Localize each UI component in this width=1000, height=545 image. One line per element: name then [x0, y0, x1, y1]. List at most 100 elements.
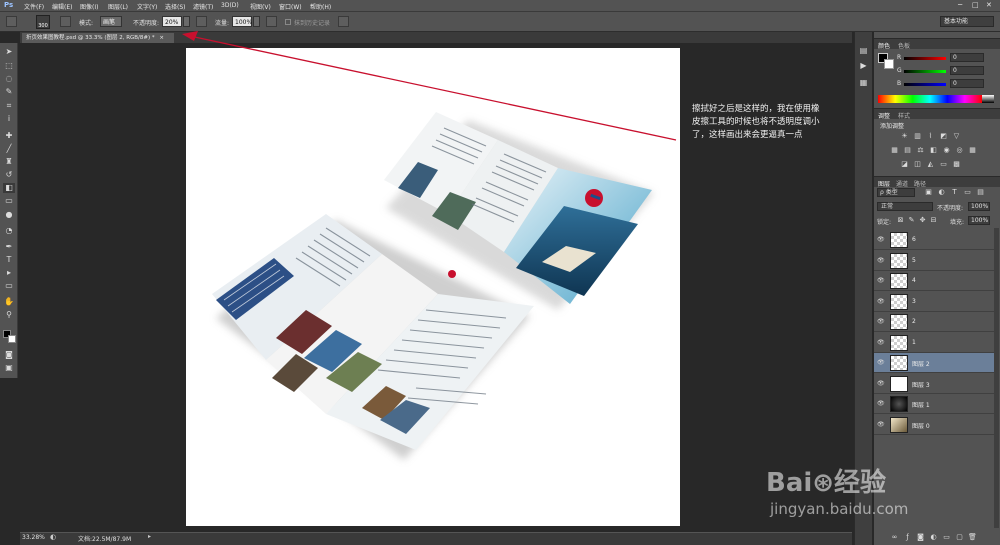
layers-scrollbar[interactable]	[994, 228, 999, 528]
layer-name[interactable]: 2	[912, 318, 916, 325]
visibility-eye-icon[interactable]: 👁	[877, 359, 886, 367]
info-panel-icon[interactable]: ▦	[858, 78, 869, 88]
layer-name[interactable]: 1	[912, 339, 916, 346]
filter-type-icon[interactable]: T	[950, 188, 959, 196]
photo-filter-icon[interactable]: ◉	[942, 146, 951, 154]
visibility-eye-icon[interactable]: 👁	[877, 339, 886, 347]
balance-icon[interactable]: ⚖	[916, 146, 925, 154]
layer-row[interactable]: 👁 图层 0	[874, 414, 994, 435]
layer-name[interactable]: 4	[912, 277, 916, 284]
fx-icon[interactable]: ƒ	[903, 533, 912, 541]
lock-move-icon[interactable]: ✥	[918, 216, 927, 224]
new-layer-icon[interactable]: ▢	[955, 533, 964, 541]
tab-styles[interactable]: 样式	[898, 111, 910, 120]
triangle-icon[interactable]: ▽	[952, 132, 961, 140]
mixer-icon[interactable]: ◎	[955, 146, 964, 154]
visibility-eye-icon[interactable]: 👁	[877, 277, 886, 285]
status-info-icon[interactable]: ◐	[50, 533, 56, 541]
filter-pixel-icon[interactable]: ▣	[924, 188, 933, 196]
actions-panel-icon[interactable]: ▶	[858, 61, 869, 71]
layer-name[interactable]: 图层 2	[912, 359, 930, 368]
lock-paint-icon[interactable]: ✎	[907, 216, 916, 224]
tab-channels[interactable]: 通道	[896, 179, 908, 188]
new-adjustment-icon[interactable]: ◐	[929, 533, 938, 541]
g-label: G	[897, 67, 902, 74]
color-spectrum[interactable]	[878, 95, 982, 103]
layer-row[interactable]: 👁 6	[874, 230, 994, 250]
layer-row[interactable]: 👁 4	[874, 271, 994, 291]
layer-row[interactable]: 👁 5	[874, 250, 994, 271]
delete-layer-icon[interactable]: 🗑	[968, 533, 977, 541]
layer-name[interactable]: 图层 1	[912, 400, 930, 409]
layer-row[interactable]: 👁 图层 2	[874, 353, 994, 373]
layer-thumbnail	[890, 375, 908, 392]
lock-pixels-icon[interactable]: ⊠	[896, 216, 905, 224]
lock-all-icon[interactable]: ⊟	[929, 216, 938, 224]
levels-icon[interactable]: ▥	[913, 132, 922, 140]
layers-panel-tabs: 图层 通道 路径	[874, 176, 1000, 188]
g-value[interactable]: 0	[950, 66, 984, 75]
visibility-eye-icon[interactable]: 👁	[877, 421, 886, 429]
status-arrow-icon[interactable]: ▸	[148, 533, 151, 540]
r-value[interactable]: 0	[950, 53, 984, 62]
visibility-eye-icon[interactable]: 👁	[877, 318, 886, 326]
layer-row[interactable]: 👁 2	[874, 312, 994, 332]
layer-name[interactable]: 图层 0	[912, 421, 930, 430]
layer-name[interactable]: 3	[912, 298, 916, 305]
layer-opacity-input[interactable]: 100%	[968, 202, 990, 211]
brightness-icon[interactable]: ☀	[900, 132, 909, 140]
r-slider[interactable]	[904, 57, 946, 60]
layer-name[interactable]: 6	[912, 236, 916, 243]
b-value[interactable]: 0	[950, 79, 984, 88]
bg-color-box[interactable]	[884, 59, 894, 69]
tab-swatches[interactable]: 色板	[898, 41, 910, 50]
tab-paths[interactable]: 路径	[914, 179, 926, 188]
layer-filter-select[interactable]: ρ 类型	[877, 188, 915, 197]
selective-color-icon[interactable]: ▩	[952, 160, 961, 168]
hue-icon[interactable]: ▤	[903, 146, 912, 154]
vibrance-icon[interactable]: ▦	[890, 146, 899, 154]
status-bar	[20, 532, 852, 545]
watermark-url: jingyan.baidu.com	[770, 500, 909, 518]
layer-row[interactable]: 👁 3	[874, 291, 994, 312]
layer-row[interactable]: 👁 图层 1	[874, 394, 994, 414]
lookup-icon[interactable]: ▦	[968, 146, 977, 154]
zoom-level[interactable]: 33.28%	[22, 534, 45, 541]
link-layers-icon[interactable]: ∞	[890, 533, 899, 541]
invert-icon[interactable]: ◪	[900, 160, 909, 168]
visibility-eye-icon[interactable]: 👁	[877, 298, 886, 306]
visibility-eye-icon[interactable]: 👁	[877, 380, 886, 388]
layer-opacity-label: 不透明度:	[937, 205, 964, 212]
history-panel-icon[interactable]: ▤	[858, 46, 869, 56]
posterize-icon[interactable]: ◫	[913, 160, 922, 168]
layer-name[interactable]: 5	[912, 257, 916, 264]
layer-thumbnail	[890, 273, 908, 289]
g-slider[interactable]	[904, 70, 946, 73]
r-label: R	[897, 54, 902, 61]
visibility-eye-icon[interactable]: 👁	[877, 236, 886, 244]
b-slider[interactable]	[904, 83, 946, 86]
fill-input[interactable]: 100%	[968, 216, 990, 225]
visibility-eye-icon[interactable]: 👁	[877, 400, 886, 408]
threshold-icon[interactable]: ◭	[926, 160, 935, 168]
filter-shape-icon[interactable]: ▭	[963, 188, 972, 196]
layer-row[interactable]: 👁 图层 3	[874, 373, 994, 394]
layer-name[interactable]: 图层 3	[912, 380, 930, 389]
bw-icon[interactable]: ◧	[929, 146, 938, 154]
blend-mode-select[interactable]: 正常	[877, 202, 933, 211]
tab-color[interactable]: 颜色	[878, 41, 890, 50]
filter-smart-icon[interactable]: ▤	[976, 188, 985, 196]
visibility-eye-icon[interactable]: 👁	[877, 257, 886, 265]
grayscale-ramp[interactable]	[982, 95, 994, 103]
tab-adjustments[interactable]: 调整	[878, 111, 890, 120]
layer-row[interactable]: 👁 1	[874, 332, 994, 353]
gradient-map-icon[interactable]: ▭	[939, 160, 948, 168]
curves-icon[interactable]: ⌇	[926, 132, 935, 140]
document-size: 文档:22.5M/87.9M	[78, 536, 132, 543]
filter-adjust-icon[interactable]: ◐	[937, 188, 946, 196]
layer-thumbnail	[890, 314, 908, 330]
mask-icon[interactable]: ◙	[916, 533, 925, 541]
new-group-icon[interactable]: ▭	[942, 533, 951, 541]
tab-layers[interactable]: 图层	[878, 179, 890, 188]
exposure-icon[interactable]: ◩	[939, 132, 948, 140]
